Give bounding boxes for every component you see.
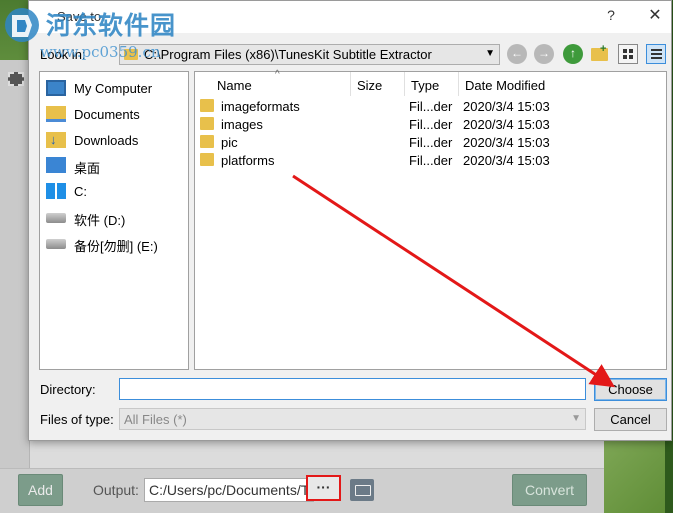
app-side-strip	[0, 60, 30, 468]
forward-button[interactable]: →	[534, 44, 554, 64]
chevron-down-icon[interactable]: ▼	[485, 48, 495, 59]
file-name: pic	[221, 135, 238, 150]
look-in-value: C:\Program Files (x86)\TunesKit Subtitle…	[144, 47, 432, 62]
directory-label: Directory:	[40, 382, 96, 397]
file-type: Fil...der	[409, 99, 453, 114]
choose-button[interactable]: Choose	[594, 378, 667, 401]
sort-ascending-icon: ^	[275, 69, 280, 80]
watermark-text: 河东软件园	[46, 11, 177, 40]
file-row[interactable]: images Fil...der 2020/3/4 15:03	[195, 115, 666, 133]
file-name: imageformats	[221, 99, 300, 114]
sidebar-item-label: 桌面	[74, 161, 101, 176]
folder-icon	[200, 117, 214, 130]
file-modified: 2020/3/4 15:03	[463, 135, 550, 150]
chevron-down-icon: ▼	[571, 413, 581, 424]
sidebar-item-label: C:	[74, 184, 87, 199]
file-row[interactable]: imageformats Fil...der 2020/3/4 15:03	[195, 97, 666, 115]
file-type: Fil...der	[409, 153, 453, 168]
column-header-name[interactable]: ^ Name	[195, 69, 351, 96]
files-of-type-value: All Files (*)	[124, 412, 187, 427]
computer-icon	[46, 80, 66, 96]
file-name: images	[221, 117, 263, 132]
back-button[interactable]: ←	[507, 44, 527, 64]
sidebar-item-downloads[interactable]: Downloads	[46, 129, 186, 151]
convert-button[interactable]: Convert	[512, 474, 587, 506]
close-button[interactable]: ✕	[643, 5, 667, 27]
plus-icon: +	[600, 43, 607, 55]
sidebar-item-drive-d[interactable]: 软件 (D:)	[46, 206, 186, 228]
parent-directory-button[interactable]: ↑	[563, 44, 583, 64]
drive-icon	[46, 213, 66, 223]
film-icon	[8, 72, 24, 86]
arrow-right-icon: →	[538, 46, 550, 60]
files-of-type-combobox[interactable]: All Files (*) ▼	[119, 408, 586, 430]
file-type: Fil...der	[409, 117, 453, 132]
windows-drive-icon	[46, 183, 66, 199]
new-folder-button[interactable]: +	[590, 43, 610, 63]
sidebar-item-label: Documents	[74, 107, 140, 122]
open-folder-icon[interactable]	[350, 479, 374, 501]
add-button[interactable]: Add	[18, 474, 63, 506]
folder-icon	[200, 153, 214, 166]
sidebar-item-my-computer[interactable]: My Computer	[46, 77, 186, 99]
output-label: Output:	[93, 482, 139, 498]
sidebar-item-label: Downloads	[74, 133, 139, 148]
file-modified: 2020/3/4 15:03	[463, 153, 550, 168]
help-button[interactable]: ?	[601, 7, 621, 27]
drive-icon	[46, 239, 66, 249]
sidebar-item-label: 软件 (D:)	[74, 213, 126, 228]
file-name: platforms	[221, 153, 275, 168]
file-list: ^ Name Size Type Date Modified imageform…	[194, 69, 667, 370]
sidebar-item-drive-c[interactable]: C:	[46, 180, 186, 202]
sidebar-item-label: My Computer	[74, 81, 153, 96]
column-header-type[interactable]: Type	[405, 72, 459, 96]
sidebar-item-desktop[interactable]: 桌面	[46, 154, 186, 176]
places-sidebar: My Computer Documents Downloads 桌面 C: 软件…	[39, 71, 189, 370]
arrow-up-icon: ↑	[570, 46, 576, 60]
detail-view-button[interactable]	[646, 44, 666, 64]
folder-icon	[200, 135, 214, 148]
sidebar-item-label: 备份[勿删] (E:)	[74, 239, 158, 254]
file-row[interactable]: platforms Fil...der 2020/3/4 15:03	[195, 151, 666, 169]
save-to-dialog: Save to ? ✕ Look in: C:\Program Files (x…	[28, 0, 672, 441]
files-of-type-label: Files of type:	[40, 412, 114, 427]
output-path-field[interactable]: C:/Users/pc/Documents/T	[144, 478, 314, 502]
file-type: Fil...der	[409, 135, 453, 150]
column-header-size[interactable]: Size	[351, 72, 405, 96]
downloads-folder-icon	[46, 132, 66, 148]
arrow-left-icon: ←	[511, 46, 523, 60]
directory-input[interactable]	[119, 378, 586, 400]
browse-output-button[interactable]: ···	[306, 475, 341, 501]
cancel-button[interactable]: Cancel	[594, 408, 667, 431]
file-modified: 2020/3/4 15:03	[463, 117, 550, 132]
folder-icon	[200, 99, 214, 112]
list-view-button[interactable]	[618, 44, 638, 64]
watermark-logo-icon	[5, 8, 39, 42]
watermark-url: www.pc0359.cn	[40, 43, 161, 61]
documents-folder-icon	[46, 106, 66, 122]
sidebar-item-documents[interactable]: Documents	[46, 103, 186, 125]
file-row[interactable]: pic Fil...der 2020/3/4 15:03	[195, 133, 666, 151]
desktop-folder-icon	[46, 157, 66, 173]
sidebar-item-drive-e[interactable]: 备份[勿删] (E:)	[46, 232, 186, 254]
file-modified: 2020/3/4 15:03	[463, 99, 550, 114]
look-in-combobox[interactable]: C:\Program Files (x86)\TunesKit Subtitle…	[119, 44, 500, 65]
column-header-date-modified[interactable]: Date Modified	[459, 72, 666, 96]
